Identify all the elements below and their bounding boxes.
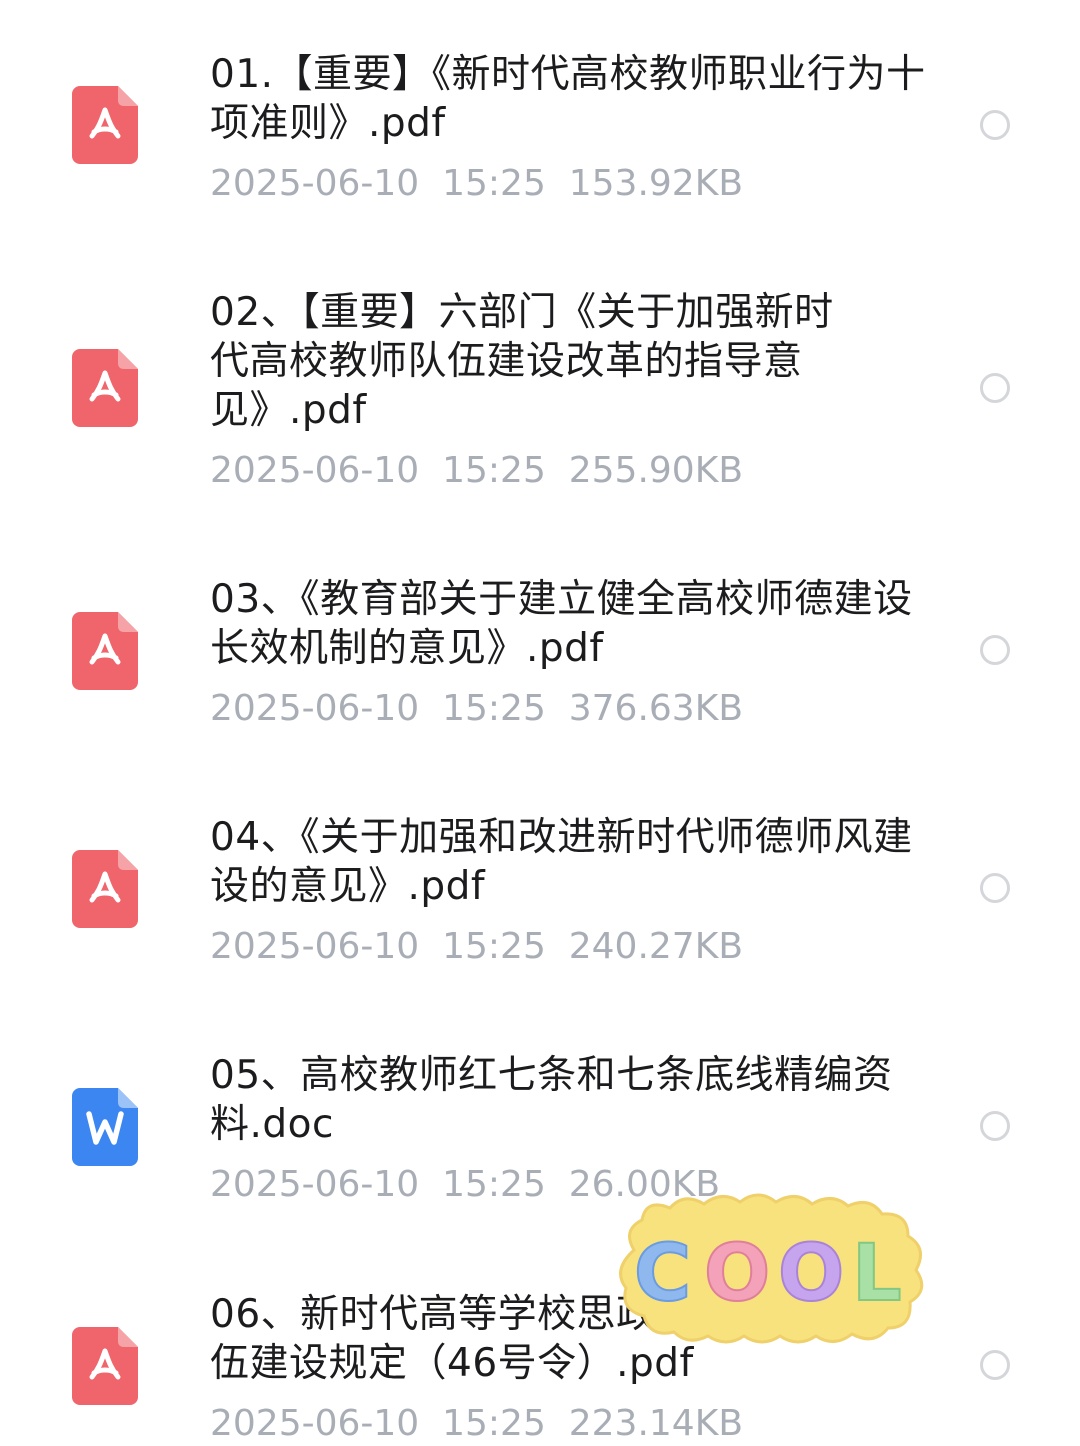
file-row[interactable]: 03、《教育部关于建立健全高校师德建设长效机制的意见》.pdf 2025-06-…: [0, 575, 1080, 765]
file-name: 03、《教育部关于建立健全高校师德建设长效机制的意见》.pdf: [210, 577, 913, 671]
file-time: 15:25: [442, 1403, 546, 1444]
radio-unchecked-icon[interactable]: [980, 635, 1010, 665]
file-date: 2025-06-10: [210, 1164, 420, 1205]
pdf-file-icon: [72, 1327, 138, 1405]
file-row[interactable]: 01.【重要】《新时代高校教师职业行为十项准则》.pdf 2025-06-10 …: [0, 50, 1080, 240]
file-time: 15:25: [442, 163, 546, 204]
sticker-letter-o1: O: [704, 1229, 770, 1319]
file-meta: 2025-06-10 15:25 223.14KB: [210, 1402, 850, 1446]
radio-unchecked-icon[interactable]: [980, 873, 1010, 903]
radio-unchecked-icon[interactable]: [980, 110, 1010, 140]
file-date: 2025-06-10: [210, 688, 420, 729]
word-doc-icon: [72, 1088, 138, 1166]
file-name: 01.【重要】《新时代高校教师职业行为十项准则》.pdf: [210, 52, 926, 146]
file-meta: 2025-06-10 15:25 376.63KB: [210, 687, 930, 731]
file-meta: 2025-06-10 15:25 153.92KB: [210, 162, 930, 206]
file-size: 376.63KB: [568, 688, 744, 729]
file-date: 2025-06-10: [210, 1403, 420, 1444]
file-date: 2025-06-10: [210, 926, 420, 967]
file-time: 15:25: [442, 1164, 546, 1205]
file-info: 01.【重要】《新时代高校教师职业行为十项准则》.pdf 2025-06-10 …: [210, 50, 930, 206]
pdf-file-icon: [72, 612, 138, 690]
pdf-file-icon: [72, 349, 138, 427]
file-info: 05、高校教师红七条和七条底线精编资料.doc 2025-06-10 15:25…: [210, 1051, 900, 1207]
sticker-letter-c: C: [634, 1229, 691, 1319]
file-size: 153.92KB: [568, 163, 744, 204]
file-date: 2025-06-10: [210, 163, 420, 204]
radio-unchecked-icon[interactable]: [980, 373, 1010, 403]
file-meta: 2025-06-10 15:25 240.27KB: [210, 925, 930, 969]
radio-unchecked-icon[interactable]: [980, 1350, 1010, 1380]
file-size: 240.27KB: [568, 926, 744, 967]
file-size: 223.14KB: [568, 1403, 744, 1444]
file-row[interactable]: 04、《关于加强和改进新时代师德师风建设的意见》.pdf 2025-06-10 …: [0, 813, 1080, 1003]
radio-unchecked-icon[interactable]: [980, 1111, 1010, 1141]
cool-sticker: C O O L: [612, 1190, 930, 1348]
file-time: 15:25: [442, 926, 546, 967]
sticker-letter-l: L: [852, 1229, 902, 1319]
file-name: 02、【重要】六部门《关于加强新时代高校教师队伍建设改革的指导意见》.pdf: [210, 290, 834, 433]
file-info: 04、《关于加强和改进新时代师德师风建设的意见》.pdf 2025-06-10 …: [210, 813, 930, 969]
file-name: 04、《关于加强和改进新时代师德师风建设的意见》.pdf: [210, 815, 913, 909]
file-info: 03、《教育部关于建立健全高校师德建设长效机制的意见》.pdf 2025-06-…: [210, 575, 930, 731]
file-info: 02、【重要】六部门《关于加强新时代高校教师队伍建设改革的指导意见》.pdf 2…: [210, 288, 850, 493]
pdf-file-icon: [72, 86, 138, 164]
file-row[interactable]: 02、【重要】六部门《关于加强新时代高校教师队伍建设改革的指导意见》.pdf 2…: [0, 288, 1080, 498]
file-name: 05、高校教师红七条和七条底线精编资料.doc: [210, 1053, 893, 1147]
sticker-letter-o2: O: [778, 1229, 844, 1319]
file-time: 15:25: [442, 450, 546, 491]
file-date: 2025-06-10: [210, 450, 420, 491]
file-meta: 2025-06-10 15:25 255.90KB: [210, 449, 850, 493]
file-time: 15:25: [442, 688, 546, 729]
pdf-file-icon: [72, 850, 138, 928]
file-size: 255.90KB: [568, 450, 744, 491]
